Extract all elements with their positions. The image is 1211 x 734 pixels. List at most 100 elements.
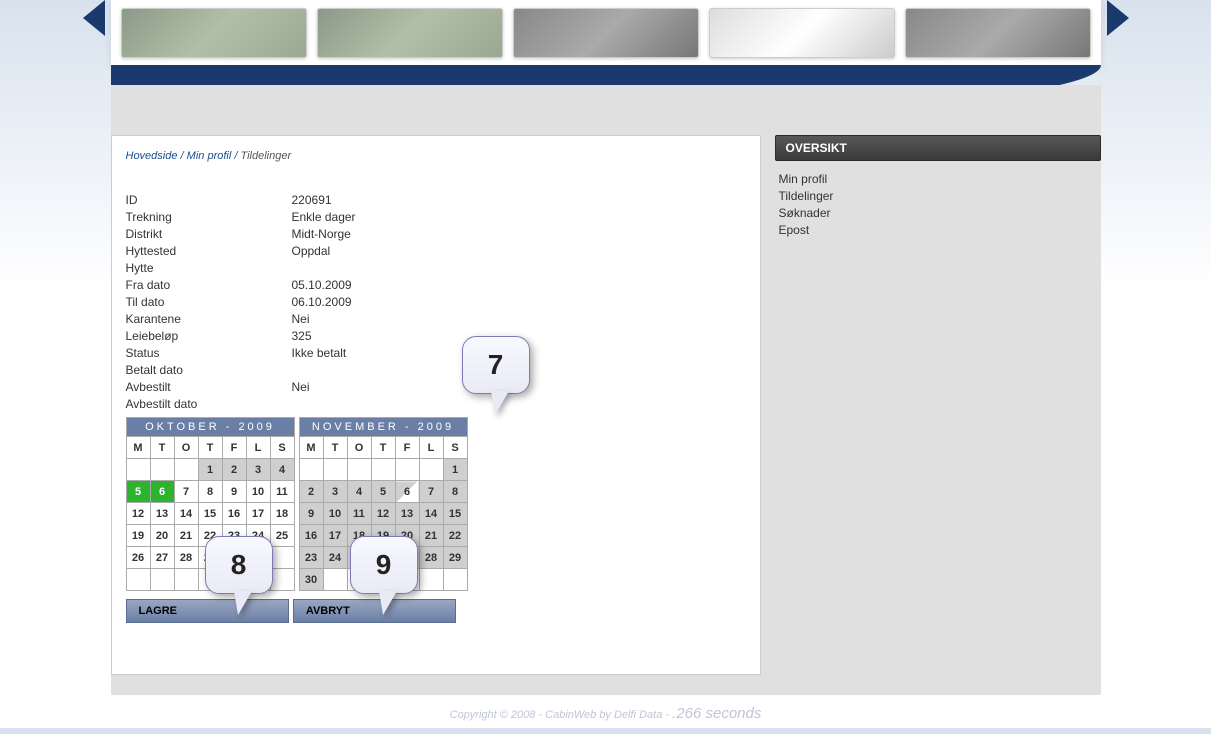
calendar-blank: [174, 569, 198, 591]
label-status: Status: [126, 345, 292, 362]
calendar-day[interactable]: 5: [126, 481, 150, 503]
calendar-day[interactable]: 30: [299, 569, 323, 591]
photo-thumb[interactable]: [905, 8, 1091, 58]
calendar-day[interactable]: 6: [395, 481, 419, 503]
photo-thumb[interactable]: [709, 8, 895, 58]
sidebar-link[interactable]: Min profil: [779, 171, 1097, 188]
calendar-day[interactable]: 21: [419, 525, 443, 547]
cancel-button[interactable]: AVBRYT: [293, 599, 456, 623]
calendar-day[interactable]: 11: [347, 503, 371, 525]
calendar-day[interactable]: 14: [419, 503, 443, 525]
label-hyttested: Hyttested: [126, 243, 292, 260]
sidebar-links: Min profilTildelingerSøknaderEpost: [775, 161, 1101, 249]
label-leiebelop: Leiebeløp: [126, 328, 292, 345]
label-avbestiltdato: Avbestilt dato: [126, 396, 292, 413]
calendar-day[interactable]: 25: [270, 525, 294, 547]
calendar-day[interactable]: 27: [150, 547, 174, 569]
calendar-day[interactable]: 16: [222, 503, 246, 525]
calendar-day[interactable]: 6: [150, 481, 174, 503]
value-karantene: Nei: [292, 311, 310, 328]
value-avbestilt: Nei: [292, 379, 310, 396]
calendar-day[interactable]: 4: [347, 481, 371, 503]
label-trekning: Trekning: [126, 209, 292, 226]
save-button[interactable]: LAGRE: [126, 599, 289, 623]
callout-7: 7: [462, 336, 530, 394]
calendar-day[interactable]: 13: [395, 503, 419, 525]
calendar-day[interactable]: 3: [246, 459, 270, 481]
calendar-day[interactable]: 9: [299, 503, 323, 525]
calendar-day[interactable]: 13: [150, 503, 174, 525]
sidebar-link[interactable]: Søknader: [779, 205, 1097, 222]
calendar-day[interactable]: 14: [174, 503, 198, 525]
calendar-day[interactable]: 9: [222, 481, 246, 503]
value-id: 220691: [292, 192, 332, 209]
calendar-day[interactable]: 7: [419, 481, 443, 503]
calendar-day[interactable]: 16: [299, 525, 323, 547]
calendar-day[interactable]: 11: [270, 481, 294, 503]
calendar-day[interactable]: 19: [126, 525, 150, 547]
calendar-day[interactable]: 1: [443, 459, 467, 481]
calendar-day[interactable]: 10: [323, 503, 347, 525]
callout-8: 8: [205, 536, 273, 594]
calendar-day[interactable]: 15: [443, 503, 467, 525]
photo-thumb[interactable]: [121, 8, 307, 58]
calendar-day[interactable]: 4: [270, 459, 294, 481]
calendar-day[interactable]: 21: [174, 525, 198, 547]
calendar-day[interactable]: 12: [371, 503, 395, 525]
calendar-day[interactable]: 29: [443, 547, 467, 569]
sidebar-link[interactable]: Tildelinger: [779, 188, 1097, 205]
calendar-blank: [126, 569, 150, 591]
label-tildato: Til dato: [126, 294, 292, 311]
calendar-day[interactable]: 1: [198, 459, 222, 481]
calendar-day[interactable]: 12: [126, 503, 150, 525]
photo-thumb[interactable]: [513, 8, 699, 58]
calendar-day[interactable]: 2: [299, 481, 323, 503]
dow-header: L: [246, 437, 270, 459]
calendar-day[interactable]: 10: [246, 481, 270, 503]
calendar-blank: [150, 569, 174, 591]
allocation-details: ID220691 TrekningEnkle dager DistriktMid…: [126, 192, 746, 413]
calendar-day[interactable]: 28: [174, 547, 198, 569]
calendar-day[interactable]: 8: [443, 481, 467, 503]
calendar-blank: [443, 569, 467, 591]
calendar-day[interactable]: 18: [270, 503, 294, 525]
calendar-blank: [395, 459, 419, 481]
month-header: NOVEMBER - 2009: [299, 418, 467, 437]
calendar-day[interactable]: 3: [323, 481, 347, 503]
calendar-day[interactable]: 15: [198, 503, 222, 525]
calendar-blank: [323, 569, 347, 591]
photo-thumb[interactable]: [317, 8, 503, 58]
label-id: ID: [126, 192, 292, 209]
label-karantene: Karantene: [126, 311, 292, 328]
callout-9: 9: [350, 536, 418, 594]
calendar-blank: [371, 459, 395, 481]
calendar-day[interactable]: 8: [198, 481, 222, 503]
calendar-day[interactable]: 7: [174, 481, 198, 503]
calendar-day[interactable]: 22: [443, 525, 467, 547]
carousel-left-icon[interactable]: [83, 0, 105, 36]
calendar-day[interactable]: 20: [150, 525, 174, 547]
footer-copyright: Copyright © 2008 - CabinWeb by Delfi Dat…: [450, 709, 673, 721]
dow-header: T: [198, 437, 222, 459]
calendar-day[interactable]: 2: [222, 459, 246, 481]
dow-header: O: [174, 437, 198, 459]
calendar-day[interactable]: 28: [419, 547, 443, 569]
photo-strip: [111, 0, 1101, 66]
carousel-right-icon[interactable]: [1107, 0, 1129, 36]
main-panel: Hovedside / Min profil / Tildelinger ID2…: [111, 135, 761, 675]
breadcrumb-home[interactable]: Hovedside: [126, 150, 178, 162]
calendar-day[interactable]: 17: [323, 525, 347, 547]
breadcrumb-profile[interactable]: Min profil: [187, 150, 232, 162]
value-tildato: 06.10.2009: [292, 294, 352, 311]
calendar-day[interactable]: 5: [371, 481, 395, 503]
calendar-day[interactable]: 26: [126, 547, 150, 569]
dow-header: M: [299, 437, 323, 459]
dow-header: S: [270, 437, 294, 459]
calendar-day[interactable]: 17: [246, 503, 270, 525]
calendar-day[interactable]: 23: [299, 547, 323, 569]
dow-header: T: [150, 437, 174, 459]
dow-header: F: [222, 437, 246, 459]
value-trekning: Enkle dager: [292, 209, 356, 226]
sidebar-link[interactable]: Epost: [779, 222, 1097, 239]
calendar-day[interactable]: 24: [323, 547, 347, 569]
